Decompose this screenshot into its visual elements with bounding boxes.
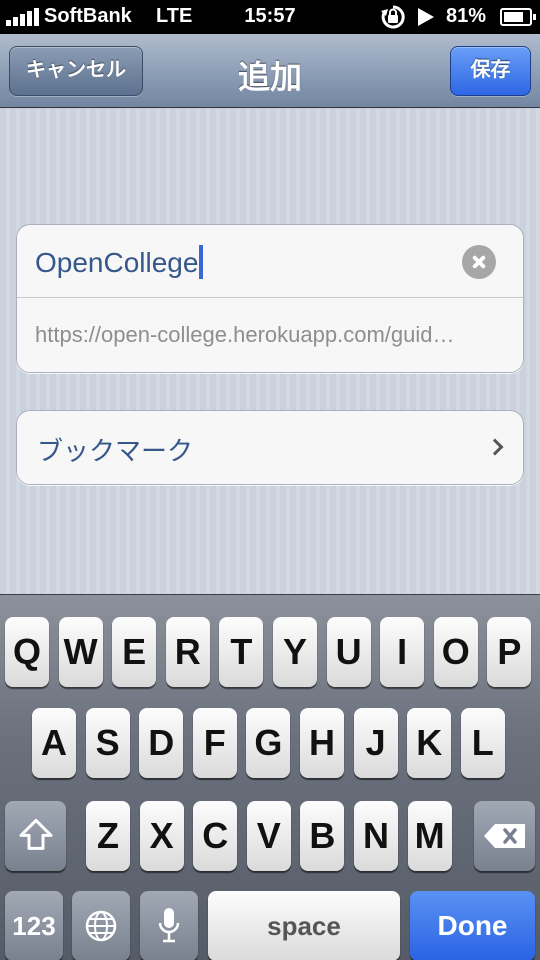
key-l[interactable]: L: [460, 708, 505, 778]
form-content: OpenCollege https://open-college.herokua…: [0, 109, 540, 594]
key-c[interactable]: C: [193, 801, 238, 871]
key-w[interactable]: W: [58, 617, 103, 687]
chevron-right-icon: [486, 438, 504, 456]
keyboard: 123 space Done QWERTYUIOP ASDFGHJKL ZXCVBN…: [0, 594, 540, 960]
space-key[interactable]: space: [208, 891, 400, 960]
key-q[interactable]: Q: [5, 617, 49, 687]
numbers-key[interactable]: 123: [5, 891, 63, 960]
key-e[interactable]: E: [112, 617, 157, 687]
key-z[interactable]: Z: [86, 801, 130, 871]
globe-key[interactable]: [72, 891, 130, 960]
shift-key[interactable]: [5, 801, 66, 871]
dictation-key[interactable]: [140, 891, 198, 960]
key-i[interactable]: I: [380, 617, 425, 687]
title-field-row[interactable]: OpenCollege: [17, 225, 523, 298]
key-j[interactable]: J: [353, 708, 398, 778]
key-o[interactable]: O: [433, 617, 478, 687]
clear-icon[interactable]: [462, 245, 496, 279]
navigation-bar: キャンセル 追加 保存: [0, 34, 540, 108]
bookmark-fields-group: OpenCollege https://open-college.herokua…: [16, 224, 524, 373]
key-v[interactable]: V: [246, 801, 291, 871]
globe-icon: [85, 910, 117, 942]
orientation-lock-icon: [381, 5, 405, 29]
battery-percent: 81%: [446, 5, 487, 27]
save-button[interactable]: 保存: [450, 46, 531, 96]
title-field[interactable]: OpenCollege: [35, 245, 204, 279]
key-g[interactable]: G: [246, 708, 291, 778]
title-field-value: OpenCollege: [35, 247, 199, 278]
status-bar: SoftBank LTE 15:57 81%: [0, 0, 540, 34]
key-u[interactable]: U: [326, 617, 371, 687]
key-s[interactable]: S: [85, 708, 130, 778]
key-x[interactable]: X: [139, 801, 184, 871]
bookmark-folder-row[interactable]: ブックマーク: [16, 410, 524, 485]
backspace-icon: [483, 824, 525, 848]
key-d[interactable]: D: [139, 708, 184, 778]
key-k[interactable]: K: [407, 708, 452, 778]
bookmark-folder-label: ブックマーク: [37, 436, 194, 466]
text-caret: [199, 245, 204, 279]
key-y[interactable]: Y: [273, 617, 317, 687]
url-field: https://open-college.herokuapp.com/guid…: [35, 322, 455, 347]
key-h[interactable]: H: [300, 708, 344, 778]
battery-icon: [500, 8, 536, 26]
microphone-icon: [158, 908, 180, 943]
play-icon: [418, 8, 434, 26]
key-f[interactable]: F: [192, 708, 237, 778]
key-n[interactable]: N: [354, 801, 398, 871]
done-key[interactable]: Done: [410, 891, 535, 960]
key-b[interactable]: B: [300, 801, 345, 871]
shift-icon: [19, 818, 52, 850]
key-a[interactable]: A: [32, 708, 76, 778]
key-m[interactable]: M: [407, 801, 452, 871]
key-t[interactable]: T: [219, 617, 264, 687]
key-p[interactable]: P: [487, 617, 532, 687]
key-r[interactable]: R: [165, 617, 210, 687]
backspace-key[interactable]: [474, 801, 535, 871]
